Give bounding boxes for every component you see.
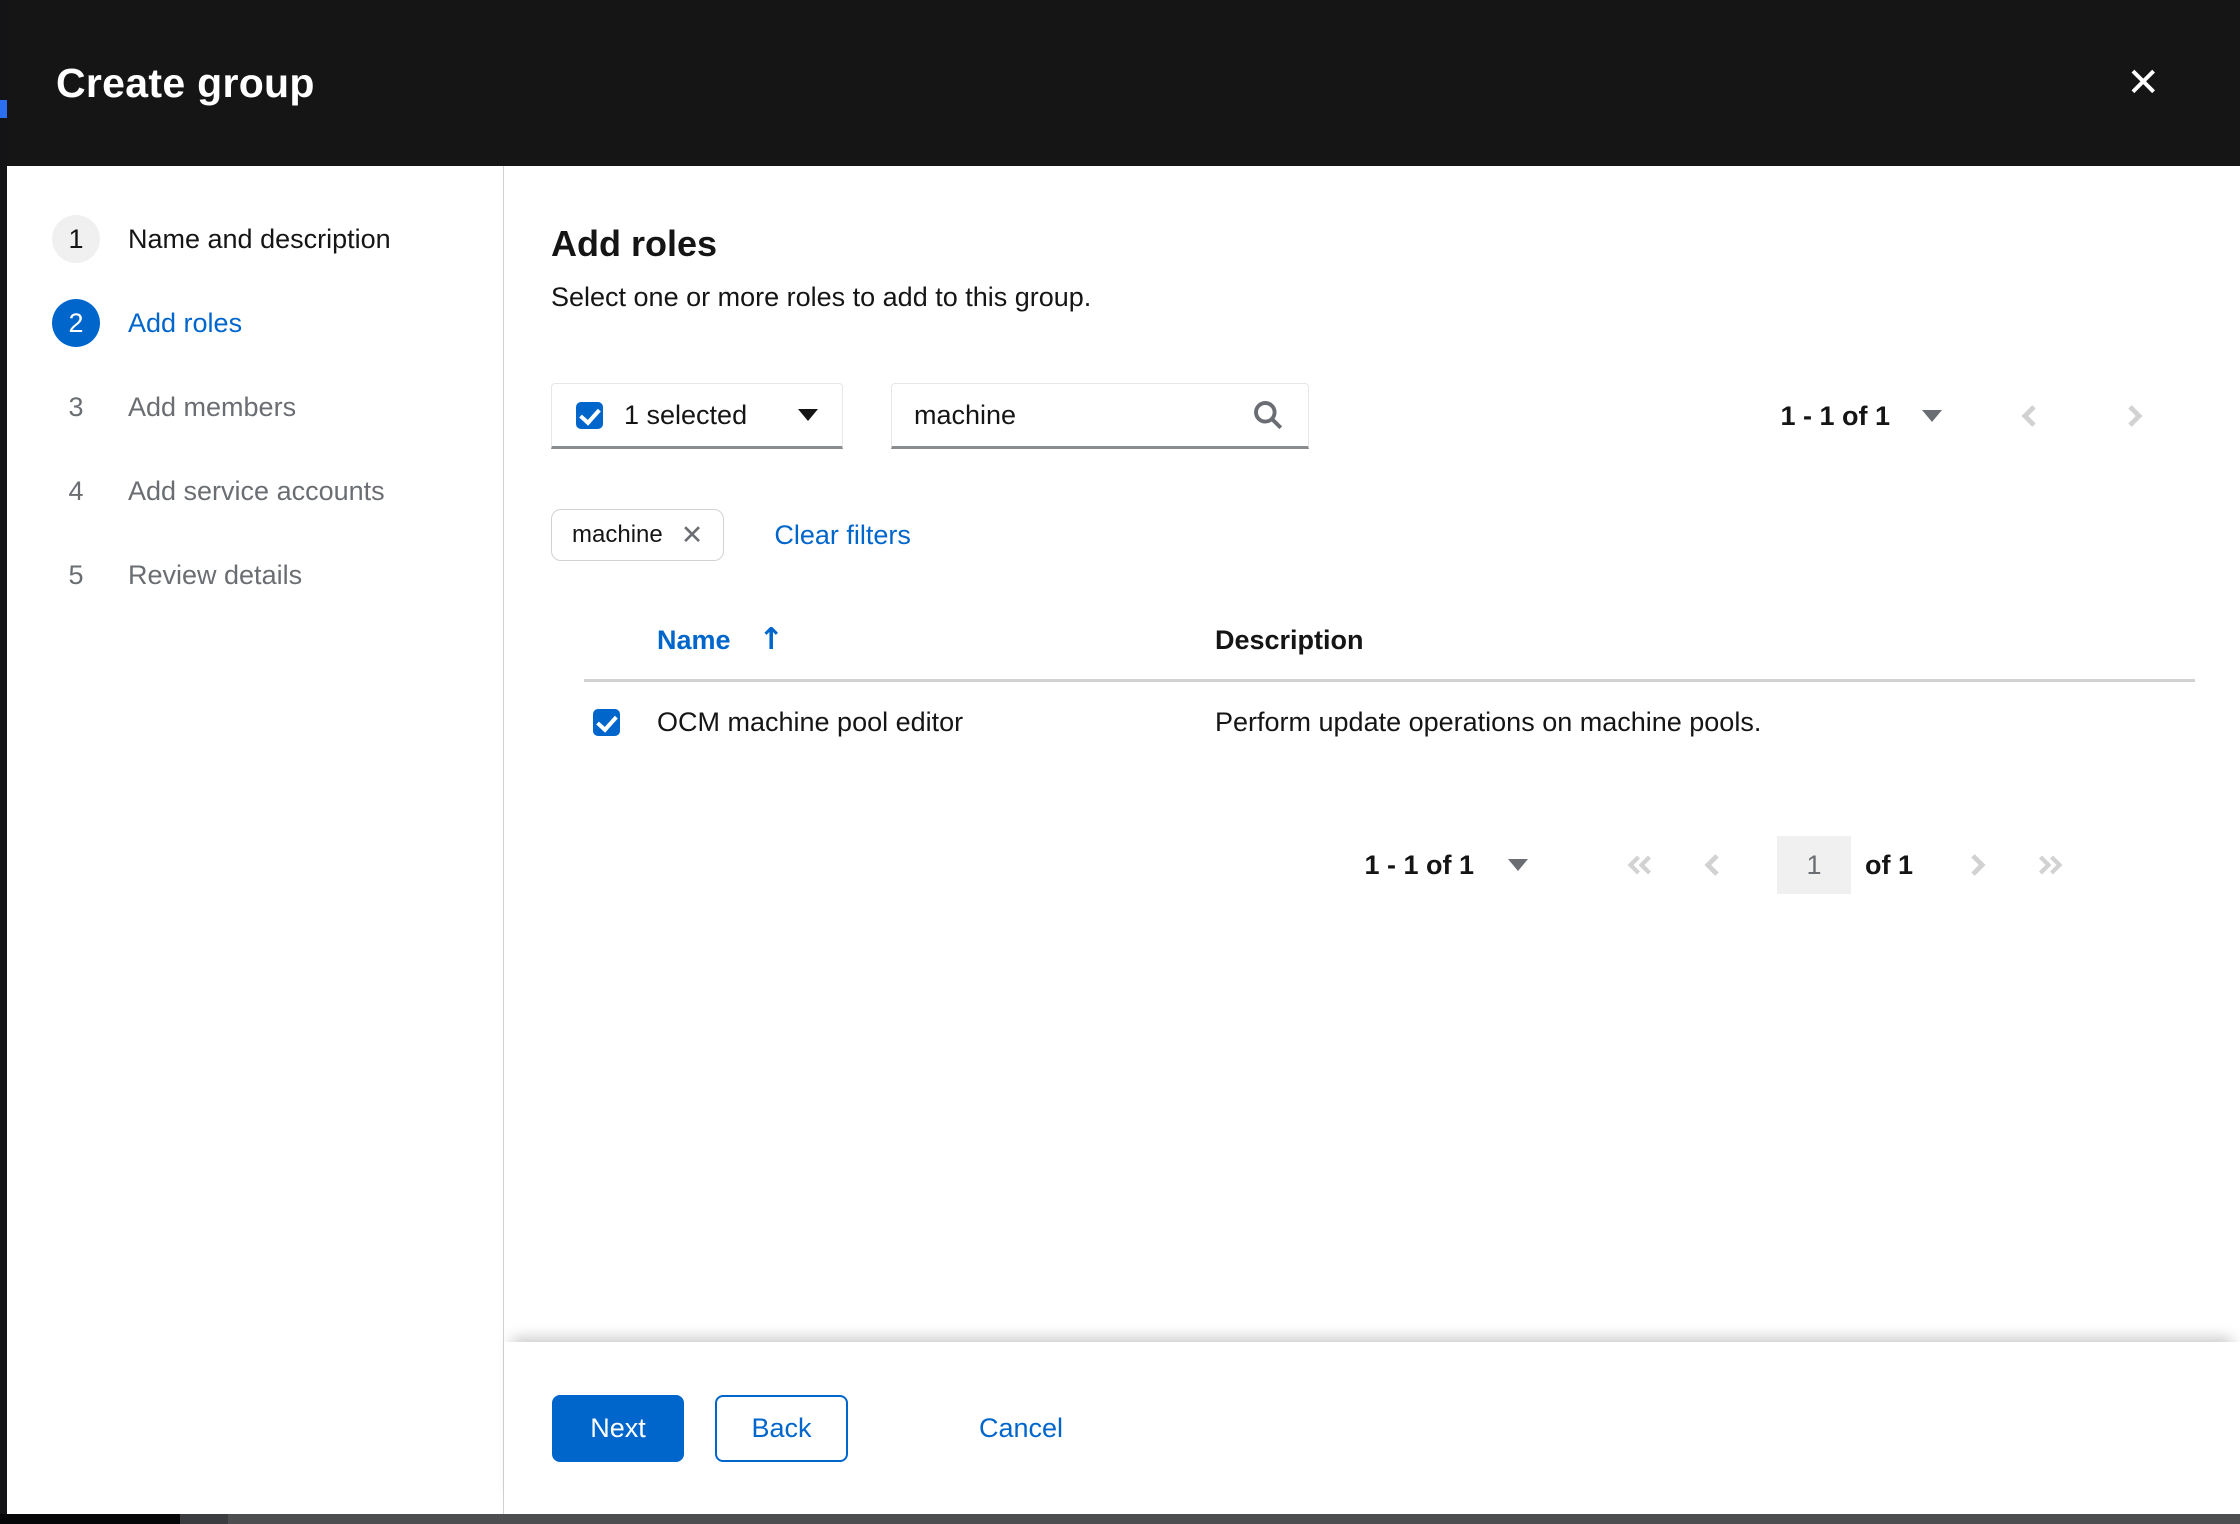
roles-table: Name ↑ Description OCM machine pool edit… xyxy=(584,601,2195,762)
next-page-icon[interactable] xyxy=(2118,400,2150,432)
add-roles-panel: Add roles Select one or more roles to ad… xyxy=(504,166,2240,1342)
modal-title: Create group xyxy=(56,60,315,107)
background-bottom-segment-2 xyxy=(180,1514,228,1524)
cancel-button[interactable]: Cancel xyxy=(979,1413,1063,1444)
close-icon[interactable]: ✕ xyxy=(2126,63,2160,103)
wizard-body: 1 Name and description 2 Add roles 3 Add… xyxy=(7,166,2240,1514)
table-row: OCM machine pool editor Perform update o… xyxy=(584,682,2195,762)
step-2-label: Add roles xyxy=(128,308,242,339)
first-page-icon[interactable] xyxy=(1623,849,1657,881)
caret-down-icon xyxy=(1922,410,1942,422)
step-add-members: 3 Add members xyxy=(7,365,503,449)
step-4-label: Add service accounts xyxy=(128,476,385,507)
filter-chip: machine ✕ xyxy=(551,509,724,561)
caret-down-icon xyxy=(798,409,818,421)
wizard-steps-nav: 1 Name and description 2 Add roles 3 Add… xyxy=(7,166,504,1514)
step-review-details: 5 Review details xyxy=(7,533,503,617)
next-button[interactable]: Next xyxy=(552,1395,684,1462)
previous-page-icon[interactable] xyxy=(2014,400,2046,432)
per-page-menu-toggle[interactable] xyxy=(1474,859,1528,871)
name-header-label: Name xyxy=(657,625,731,656)
bulk-select-checkbox[interactable] xyxy=(576,402,603,429)
per-page-menu-toggle[interactable] xyxy=(1890,410,1942,422)
step-4-indicator: 4 xyxy=(52,467,100,515)
search-field xyxy=(891,383,1309,449)
page-subtitle: Select one or more roles to add to this … xyxy=(551,280,2150,314)
create-group-wizard-modal: Create group ✕ 1 Name and description 2 … xyxy=(7,0,2240,1514)
remove-filter-icon[interactable]: ✕ xyxy=(681,522,704,549)
next-page-icon[interactable] xyxy=(1961,849,1993,881)
bulk-select-label: 1 selected xyxy=(624,400,747,431)
step-2-indicator: 2 xyxy=(52,299,100,347)
step-3-indicator: 3 xyxy=(52,383,100,431)
background-link-fragment xyxy=(0,100,7,118)
active-filters-row: machine ✕ Clear filters xyxy=(551,509,2150,561)
role-description-cell: Perform update operations on machine poo… xyxy=(1215,707,2195,738)
clear-filters-link[interactable]: Clear filters xyxy=(774,520,911,551)
step-add-roles[interactable]: 2 Add roles xyxy=(7,281,503,365)
caret-down-icon xyxy=(1508,859,1528,871)
wizard-main-column: Add roles Select one or more roles to ad… xyxy=(504,166,2240,1514)
step-1-label: Name and description xyxy=(128,224,391,255)
wizard-footer: Next Back Cancel xyxy=(504,1342,2240,1514)
step-3-label: Add members xyxy=(128,392,296,423)
current-page-input[interactable] xyxy=(1777,836,1851,894)
table-header-row: Name ↑ Description xyxy=(584,601,2195,682)
page-title: Add roles xyxy=(551,222,2150,266)
role-name-cell: OCM machine pool editor xyxy=(657,707,1215,738)
back-button[interactable]: Back xyxy=(715,1395,848,1462)
pagination-top: 1 - 1 of 1 xyxy=(1780,400,2150,432)
last-page-icon[interactable] xyxy=(2033,849,2067,881)
wizard-header: Create group ✕ xyxy=(7,0,2240,166)
previous-page-icon[interactable] xyxy=(1697,849,1729,881)
step-1-indicator: 1 xyxy=(52,215,100,263)
search-input[interactable] xyxy=(914,400,1250,431)
column-header-name[interactable]: Name ↑ xyxy=(657,625,1215,656)
step-5-indicator: 5 xyxy=(52,551,100,599)
roles-toolbar: 1 selected 1 - 1 of 1 xyxy=(551,383,2150,449)
pagination-range-label: 1 - 1 of 1 xyxy=(1364,850,1474,881)
row-checkbox[interactable] xyxy=(593,709,620,736)
pagination-bottom: 1 - 1 of 1 of 1 xyxy=(551,836,2067,894)
step-add-service-accounts: 4 Add service accounts xyxy=(7,449,503,533)
sort-ascending-icon[interactable]: ↑ xyxy=(759,625,784,655)
column-header-description: Description xyxy=(1215,625,2195,656)
filter-chip-label: machine xyxy=(572,521,663,549)
background-page-left-edge xyxy=(0,0,7,1524)
bulk-select-dropdown[interactable]: 1 selected xyxy=(551,383,843,449)
background-bottom-segment xyxy=(0,1514,180,1524)
pagination-range-label: 1 - 1 of 1 xyxy=(1780,401,1890,432)
page-count-label: of 1 xyxy=(1865,850,1913,881)
step-5-label: Review details xyxy=(128,560,302,591)
background-page-bottom-edge xyxy=(0,1514,2240,1524)
step-name-and-description[interactable]: 1 Name and description xyxy=(7,197,503,281)
search-icon[interactable] xyxy=(1250,397,1286,433)
